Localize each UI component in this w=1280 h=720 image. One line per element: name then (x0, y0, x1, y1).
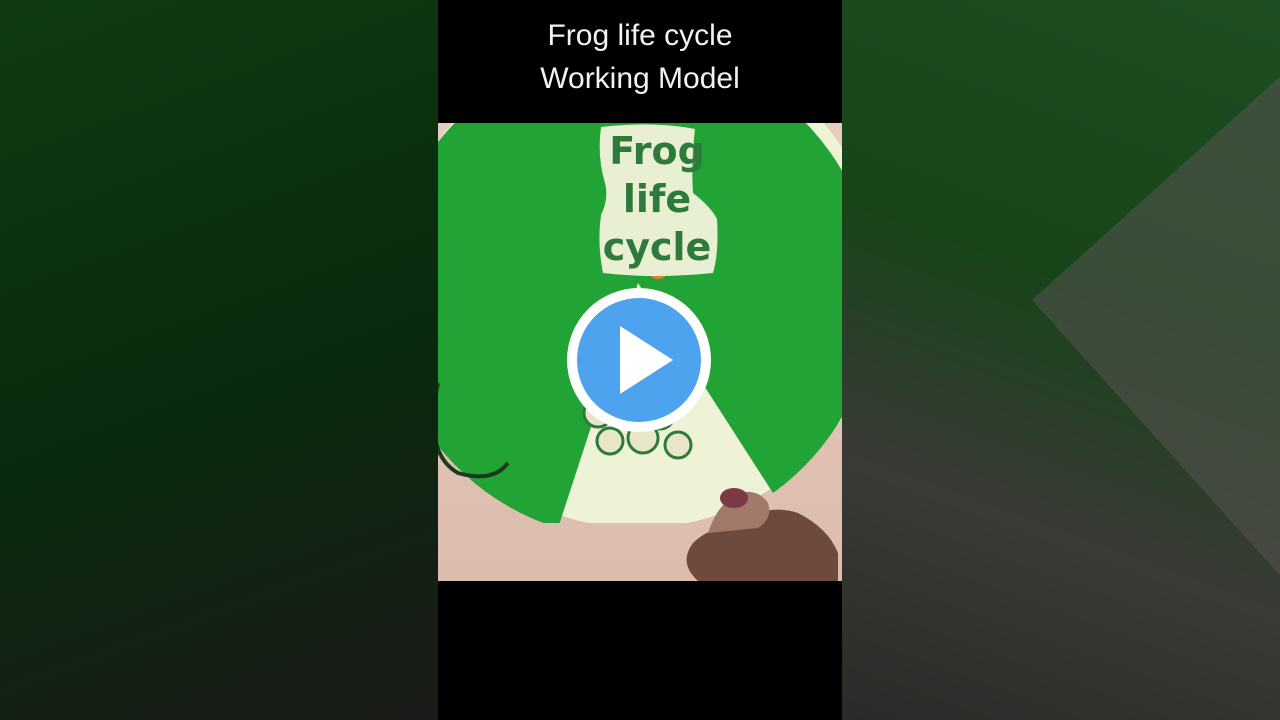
caption-line-2: Working Model (540, 62, 740, 95)
video-player[interactable]: Frog life cycle Working Model Frog life … (438, 0, 842, 720)
model-title: Frog life cycle (602, 129, 712, 269)
caption-line-1: Frog life cycle (547, 19, 733, 52)
video-frame[interactable]: Frog life cycle (438, 123, 842, 581)
hand (686, 488, 838, 581)
blurred-backdrop-left (0, 0, 438, 720)
blurred-backdrop-right (842, 0, 1280, 720)
play-button[interactable] (565, 286, 713, 434)
video-caption: Frog life cycle Working Model (438, 14, 842, 100)
